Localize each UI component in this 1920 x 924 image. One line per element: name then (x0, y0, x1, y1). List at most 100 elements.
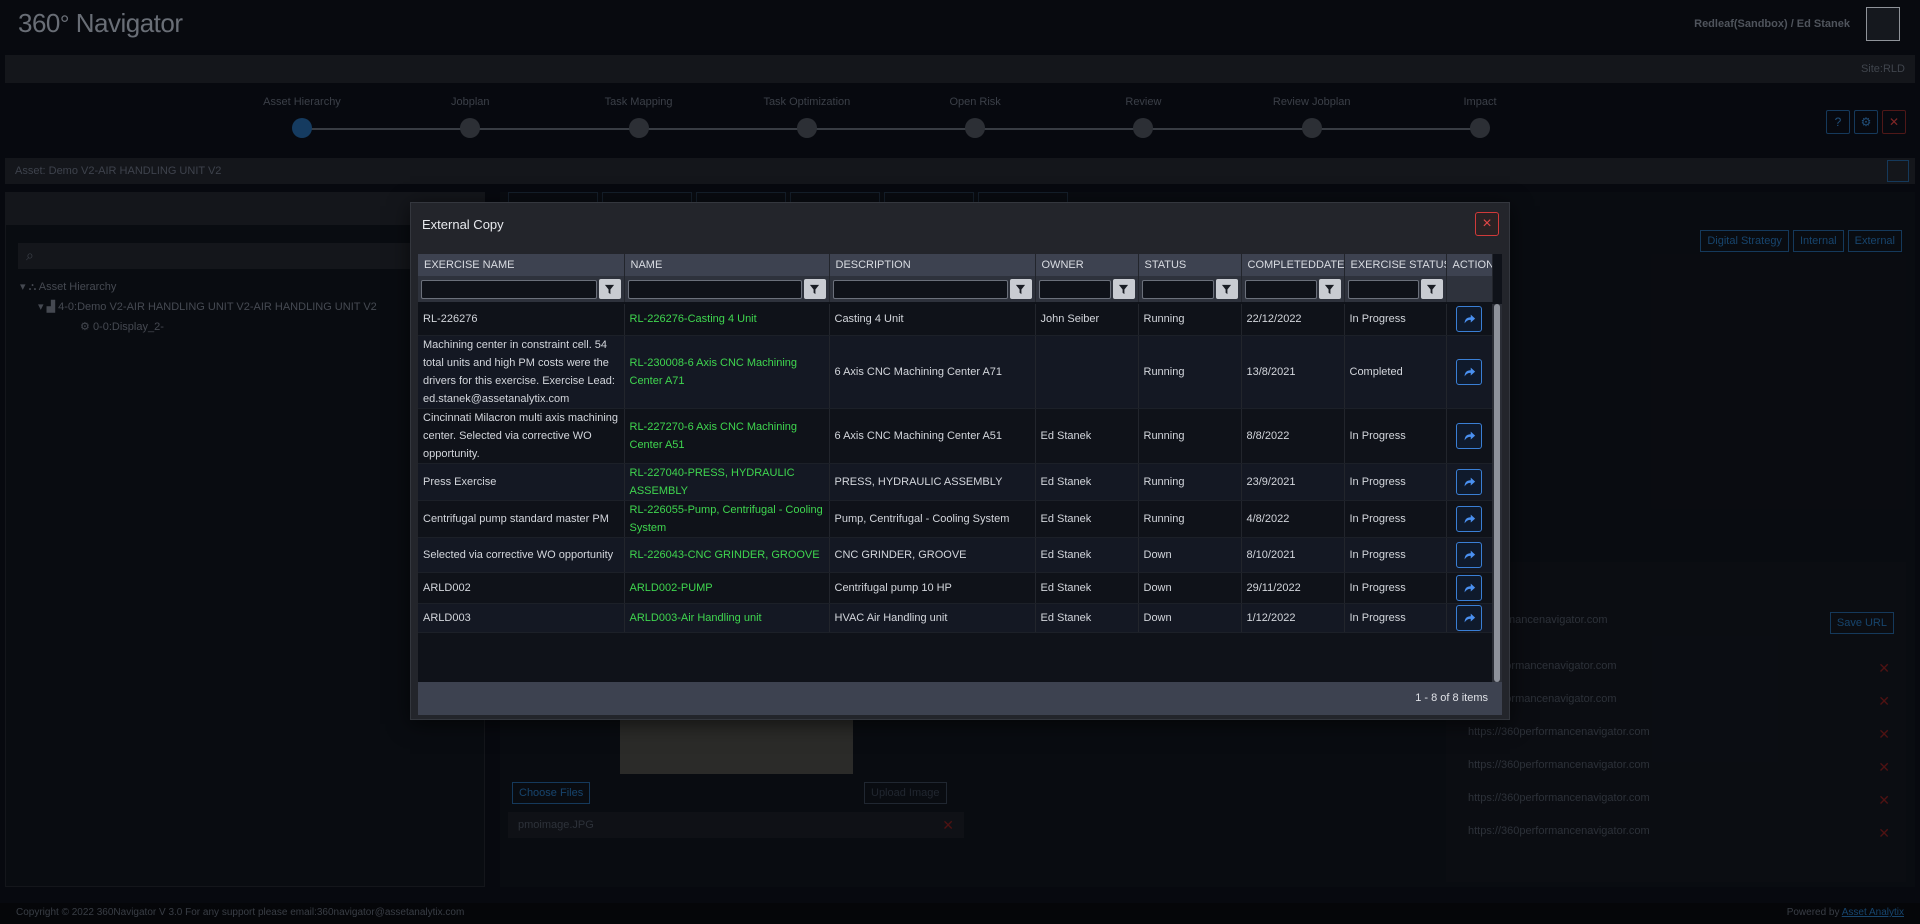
share-arrow-icon (1462, 429, 1476, 443)
copy-action-button[interactable] (1456, 505, 1482, 532)
share-arrow-icon (1462, 512, 1476, 526)
cell-owner: Ed Stanek (1035, 463, 1139, 501)
close-button[interactable]: × (1475, 212, 1499, 236)
filter-icon[interactable] (803, 279, 826, 299)
cell-owner: Ed Stanek (1035, 408, 1139, 464)
table-row[interactable]: Selected via corrective WO opportunity RL… (418, 537, 1492, 573)
cell-name[interactable]: RL-226043-CNC GRINDER, GROOVE (624, 537, 830, 573)
column-header-exercise-name[interactable]: EXERCISE NAME (418, 254, 625, 276)
cell-exercise-name: RL-226276 (418, 304, 625, 336)
column-header-owner[interactable]: OWNER (1035, 254, 1139, 276)
cell-description: HVAC Air Handling unit (829, 603, 1036, 633)
cell-status: Running (1138, 304, 1242, 336)
cell-description: CNC GRINDER, GROOVE (829, 537, 1036, 573)
table-row[interactable]: Centrifugal pump standard master PM RL-22… (418, 500, 1492, 538)
cell-exercise-status: In Progress (1344, 572, 1447, 604)
cell-completed-date: 13/8/2021 (1241, 335, 1345, 409)
filter-icon[interactable] (1112, 279, 1135, 299)
cell-owner (1035, 335, 1139, 409)
cell-description: Casting 4 Unit (829, 304, 1036, 336)
copy-action-button[interactable] (1456, 468, 1482, 495)
grid-scrollbar[interactable] (1492, 304, 1502, 682)
column-header-completeddate[interactable]: COMPLETEDDATE (1241, 254, 1345, 276)
cell-description: 6 Axis CNC Machining Center A51 (829, 408, 1036, 464)
filter-icon[interactable] (1420, 279, 1443, 299)
share-arrow-icon (1462, 365, 1476, 379)
filter-icon[interactable] (1215, 279, 1238, 299)
table-row[interactable]: RL-226276 RL-226276-Casting 4 Unit Casting… (418, 304, 1492, 336)
cell-name[interactable]: RL-226276-Casting 4 Unit (624, 304, 830, 336)
cell-exercise-status: In Progress (1344, 603, 1447, 633)
filter-icon[interactable] (1318, 279, 1341, 299)
table-row[interactable]: Cincinnati Milacron multi axis machining… (418, 408, 1492, 464)
filter-input[interactable] (421, 279, 597, 299)
cell-owner: John Seiber (1035, 304, 1139, 336)
filter-cell (1344, 276, 1447, 302)
copy-action-button[interactable] (1456, 541, 1482, 568)
cell-action (1446, 603, 1492, 633)
table-row[interactable]: Machining center in constraint cell. 54 … (418, 335, 1492, 409)
cell-action (1446, 408, 1492, 464)
table-row[interactable]: Press Exercise RL-227040-PRESS, HYDRAULIC… (418, 463, 1492, 501)
column-header-action[interactable]: ACTION (1446, 254, 1493, 276)
filter-icon[interactable] (598, 279, 621, 299)
share-arrow-icon (1462, 611, 1476, 625)
copy-action-button[interactable] (1456, 422, 1482, 449)
table-row[interactable]: ARLD003 ARLD003-Air Handling unit HVAC Air… (418, 603, 1492, 633)
cell-owner: Ed Stanek (1035, 572, 1139, 604)
table-row[interactable]: ARLD002 ARLD002-PUMP Centrifugal pump 10 H… (418, 572, 1492, 604)
dialog-title: External Copy (422, 217, 504, 232)
cell-name[interactable]: RL-227270-6 Axis CNC Machining Center A5… (624, 408, 830, 464)
copy-action-button[interactable] (1456, 306, 1482, 333)
cell-exercise-name: Cincinnati Milacron multi axis machining… (418, 408, 625, 464)
filter-cell (1241, 276, 1345, 302)
grid-body[interactable]: RL-226276 RL-226276-Casting 4 Unit Casting… (418, 304, 1492, 682)
filter-input[interactable] (1141, 279, 1214, 299)
grid-header-table: EXERCISE NAME NAME DESCRIPTION OWNER STATUS C… (418, 254, 1493, 302)
filter-icon[interactable] (1009, 279, 1032, 299)
cell-exercise-name: ARLD003 (418, 603, 625, 633)
cell-exercise-status: In Progress (1344, 408, 1447, 464)
filter-input[interactable] (1244, 279, 1317, 299)
filter-input[interactable] (627, 279, 802, 299)
cell-completed-date: 22/12/2022 (1241, 304, 1345, 336)
column-header-status[interactable]: STATUS (1138, 254, 1242, 276)
cell-exercise-status: In Progress (1344, 500, 1447, 538)
cell-description: Centrifugal pump 10 HP (829, 572, 1036, 604)
filter-cell (829, 276, 1036, 302)
dialog-header: External Copy × (411, 203, 1509, 245)
cell-status: Down (1138, 603, 1242, 633)
cell-status: Down (1138, 537, 1242, 573)
cell-name[interactable]: RL-230008-6 Axis CNC Machining Center A7… (624, 335, 830, 409)
share-arrow-icon (1462, 581, 1476, 595)
cell-exercise-name: Selected via corrective WO opportunity (418, 537, 625, 573)
cell-completed-date: 8/10/2021 (1241, 537, 1345, 573)
filter-input[interactable] (1347, 279, 1419, 299)
cell-name[interactable]: RL-226055-Pump, Centrifugal - Cooling Sy… (624, 500, 830, 538)
column-header-description[interactable]: DESCRIPTION (829, 254, 1036, 276)
cell-name[interactable]: ARLD002-PUMP (624, 572, 830, 604)
copy-action-button[interactable] (1456, 574, 1482, 601)
column-header-exercise-status[interactable]: EXERCISE STATUS (1344, 254, 1447, 276)
scrollbar-thumb[interactable] (1494, 304, 1500, 682)
cell-description: 6 Axis CNC Machining Center A71 (829, 335, 1036, 409)
cell-description: PRESS, HYDRAULIC ASSEMBLY (829, 463, 1036, 501)
column-header-name[interactable]: NAME (624, 254, 830, 276)
copy-action-button[interactable] (1456, 604, 1482, 631)
share-arrow-icon (1462, 312, 1476, 326)
cell-completed-date: 4/8/2022 (1241, 500, 1345, 538)
cell-action (1446, 463, 1492, 501)
cell-action (1446, 335, 1492, 409)
filter-cell (418, 276, 625, 302)
filter-input[interactable] (832, 279, 1008, 299)
cell-name[interactable]: ARLD003-Air Handling unit (624, 603, 830, 633)
filter-input[interactable] (1038, 279, 1111, 299)
cell-name[interactable]: RL-227040-PRESS, HYDRAULIC ASSEMBLY (624, 463, 830, 501)
cell-status: Down (1138, 572, 1242, 604)
cell-action (1446, 537, 1492, 573)
cell-status: Running (1138, 408, 1242, 464)
copy-action-button[interactable] (1456, 358, 1482, 385)
cell-owner: Ed Stanek (1035, 537, 1139, 573)
filter-cell (1035, 276, 1139, 302)
grid-pager: 1 - 8 of 8 items (418, 682, 1502, 715)
